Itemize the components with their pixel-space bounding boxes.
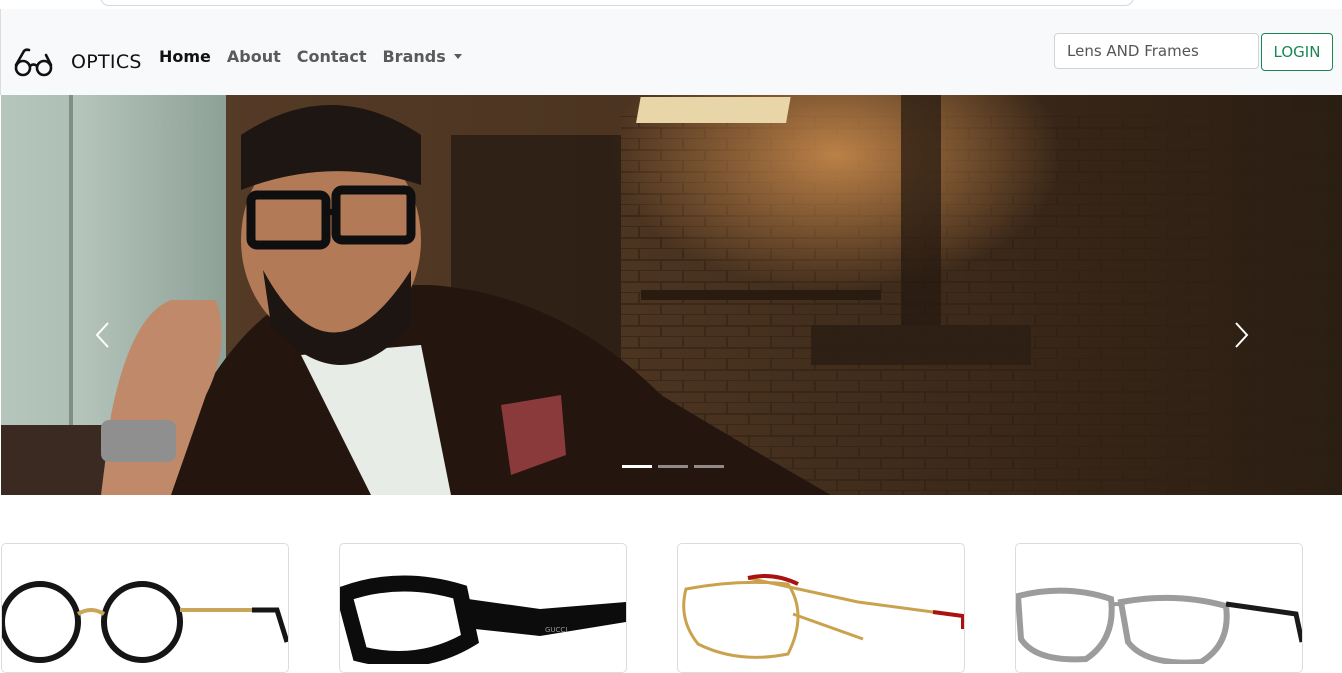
carousel-indicator-2[interactable] (658, 465, 688, 468)
carousel-indicator-1[interactable] (622, 465, 652, 468)
hero-slide-image (1, 95, 1342, 495)
product-card[interactable] (1015, 543, 1303, 673)
clear-glasses-image (1016, 587, 1302, 664)
carousel-indicators (622, 465, 730, 468)
glasses-icon (13, 47, 55, 77)
nav-links: Home About Contact Brands (159, 47, 478, 66)
nav-about-link[interactable]: About (227, 47, 281, 66)
carousel-next-control[interactable] (1227, 315, 1257, 355)
navbar: OPTICS Home About Contact Brands LOGIN (0, 9, 1342, 95)
product-card[interactable]: GUCCI (339, 543, 627, 673)
hero-carousel (1, 95, 1342, 495)
login-button[interactable]: LOGIN (1261, 33, 1333, 71)
nav-contact-link[interactable]: Contact (297, 47, 367, 66)
round-glasses-image (2, 581, 288, 663)
caret-down-icon (453, 54, 462, 59)
carousel-prev-control[interactable] (87, 315, 117, 355)
brand-name: OPTICS (71, 51, 142, 73)
carousel-indicator-3[interactable] (694, 465, 724, 468)
browser-url-bar-edge (100, 0, 1134, 6)
aviator-glasses-image (682, 574, 964, 659)
nav-home-link[interactable]: Home (159, 47, 211, 66)
chevron-left-icon (95, 322, 109, 348)
chevron-right-icon (1235, 322, 1249, 348)
nav-brands-dropdown[interactable]: Brands (382, 47, 462, 66)
thick-square-glasses-image: GUCCI (340, 575, 626, 664)
product-card[interactable] (1, 543, 289, 673)
nav-brands-label: Brands (382, 47, 446, 66)
svg-text:GUCCI: GUCCI (545, 626, 567, 634)
product-grid: GUCCI (0, 543, 1342, 673)
search-input[interactable] (1054, 33, 1259, 69)
product-card[interactable] (677, 543, 965, 673)
brand-logo-link[interactable]: OPTICS (13, 45, 142, 79)
